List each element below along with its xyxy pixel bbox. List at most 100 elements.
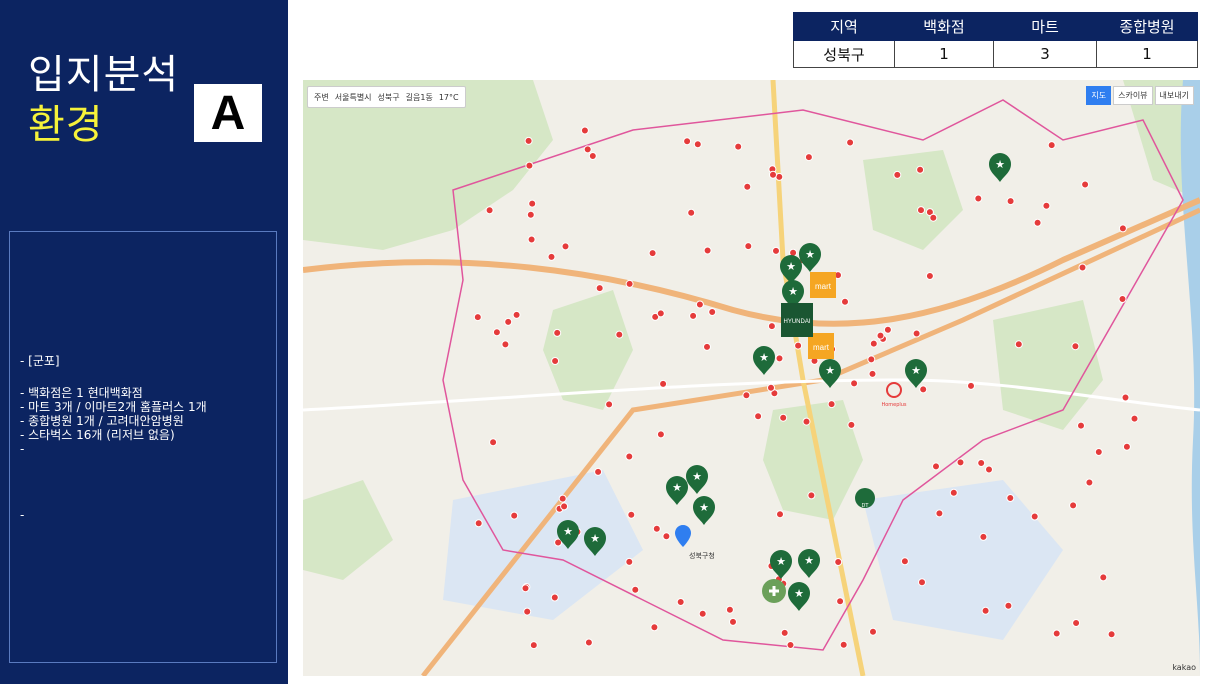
apartment-marker[interactable]	[703, 342, 711, 351]
starbucks-pin[interactable]: ★	[666, 476, 688, 505]
apartment-marker[interactable]	[523, 607, 532, 616]
homeplus-marker[interactable]	[886, 382, 902, 398]
apartment-marker[interactable]	[912, 329, 921, 338]
apartment-marker[interactable]	[528, 199, 537, 208]
apartment-marker[interactable]	[1030, 512, 1039, 521]
starbucks-pin[interactable]: ★	[693, 496, 715, 525]
apartment-marker[interactable]	[956, 458, 965, 467]
apartment-marker[interactable]	[794, 341, 803, 350]
apartment-marker[interactable]	[527, 235, 536, 244]
apartment-marker[interactable]	[615, 330, 624, 339]
apartment-marker[interactable]	[631, 585, 640, 594]
starbucks-pin[interactable]: ★	[686, 465, 708, 494]
map-around-button[interactable]: 주변	[314, 92, 329, 103]
apartment-marker[interactable]	[893, 170, 902, 179]
apartment-marker[interactable]	[1118, 295, 1127, 303]
apartment-marker[interactable]	[1014, 340, 1023, 349]
apartment-marker[interactable]	[561, 242, 570, 251]
apartment-marker[interactable]	[917, 206, 925, 215]
apartment-marker[interactable]	[605, 400, 614, 409]
starbucks-pin[interactable]: ★	[819, 359, 841, 388]
apartment-marker[interactable]	[1069, 501, 1078, 510]
apartment-marker[interactable]	[729, 617, 737, 626]
apartment-marker[interactable]	[1071, 342, 1080, 351]
apartment-marker[interactable]	[1004, 601, 1013, 610]
apartment-marker[interactable]	[869, 627, 877, 636]
apartment-marker[interactable]	[935, 509, 944, 518]
apartment-marker[interactable]	[742, 391, 751, 400]
apartment-marker[interactable]	[974, 194, 983, 203]
apartment-marker[interactable]	[807, 491, 816, 500]
apartment-marker[interactable]	[786, 641, 795, 649]
apartment-marker[interactable]	[625, 452, 634, 461]
apartment-marker[interactable]	[744, 242, 753, 251]
apartment-marker[interactable]	[698, 609, 707, 618]
breadcrumb-dong[interactable]: 길음1동	[406, 92, 433, 103]
apartment-marker[interactable]	[836, 597, 845, 606]
apartment-marker[interactable]	[1081, 180, 1090, 189]
apartment-marker[interactable]	[485, 206, 494, 215]
apartment-marker[interactable]	[1122, 442, 1131, 451]
apartment-marker[interactable]	[625, 557, 634, 566]
starbucks-pin[interactable]: ★	[753, 346, 775, 375]
apartment-marker[interactable]	[1099, 573, 1108, 582]
apartment-marker[interactable]	[525, 161, 534, 170]
apartment-marker[interactable]	[743, 182, 752, 191]
apartment-marker[interactable]	[662, 532, 671, 541]
starbucks-pin[interactable]: ★	[798, 549, 820, 578]
apartment-marker[interactable]	[560, 502, 569, 511]
apartment-marker[interactable]	[919, 385, 928, 394]
apartment-marker[interactable]	[512, 310, 521, 319]
apartment-marker[interactable]	[583, 145, 592, 154]
skyview-button[interactable]: 스카이뷰	[1113, 86, 1153, 105]
apartment-marker[interactable]	[656, 309, 665, 318]
apartment-marker[interactable]	[949, 488, 958, 497]
map-view[interactable]: ★ ★ ★ ★ ★ ★ ★ ★ ★ ★ ★ ★ ★ ★ ★ mart mart HYUNDAI Homepl…	[303, 80, 1200, 676]
apartment-marker[interactable]	[473, 313, 482, 322]
apartment-marker[interactable]	[550, 593, 559, 602]
starbucks-pin[interactable]: ★	[780, 255, 802, 284]
starbucks-pin[interactable]: ★	[788, 582, 810, 611]
apartment-marker[interactable]	[932, 462, 940, 471]
apartment-marker[interactable]	[594, 467, 603, 476]
apartment-marker[interactable]	[869, 339, 878, 348]
apartment-marker[interactable]	[867, 355, 876, 364]
apartment-marker[interactable]	[847, 420, 856, 429]
apartment-marker[interactable]	[1107, 630, 1116, 639]
starbucks-pin[interactable]: ★	[905, 359, 927, 388]
apartment-marker[interactable]	[627, 510, 636, 519]
apartment-marker[interactable]	[1118, 224, 1127, 233]
apartment-marker[interactable]	[850, 379, 859, 388]
apartment-marker[interactable]	[687, 208, 696, 217]
apartment-marker[interactable]	[526, 210, 535, 219]
apartment-marker[interactable]	[1006, 197, 1015, 206]
apartment-marker[interactable]	[776, 510, 784, 519]
apartment-marker[interactable]	[916, 165, 925, 174]
starbucks-pin[interactable]: ★	[770, 550, 792, 579]
apartment-marker[interactable]	[967, 381, 975, 390]
apartment-marker[interactable]	[775, 354, 784, 363]
apartment-marker[interactable]	[841, 297, 849, 306]
location-pin-icon[interactable]	[675, 525, 691, 547]
apartment-marker[interactable]	[650, 623, 659, 632]
apartment-marker[interactable]	[1121, 393, 1130, 402]
apartment-marker[interactable]	[474, 519, 483, 528]
apartment-marker[interactable]	[900, 557, 909, 566]
apartment-marker[interactable]	[703, 246, 712, 255]
apartment-marker[interactable]	[802, 417, 811, 426]
starbucks-pin[interactable]: ★	[799, 243, 821, 272]
apartment-marker[interactable]	[1094, 448, 1103, 456]
apartment-marker[interactable]	[676, 598, 685, 606]
apartment-marker[interactable]	[1078, 263, 1087, 272]
apartment-marker[interactable]	[659, 379, 668, 388]
apartment-marker[interactable]	[1072, 619, 1081, 627]
apartment-marker[interactable]	[769, 170, 777, 179]
apartment-marker[interactable]	[489, 438, 498, 447]
apartment-marker[interactable]	[834, 558, 843, 566]
map-mode-button[interactable]: 지도	[1086, 86, 1112, 105]
apartment-marker[interactable]	[839, 640, 848, 649]
apartment-marker[interactable]	[929, 213, 938, 222]
apartment-marker[interactable]	[754, 412, 763, 421]
apartment-marker[interactable]	[925, 272, 934, 280]
export-button[interactable]: 내보내기	[1154, 86, 1194, 105]
